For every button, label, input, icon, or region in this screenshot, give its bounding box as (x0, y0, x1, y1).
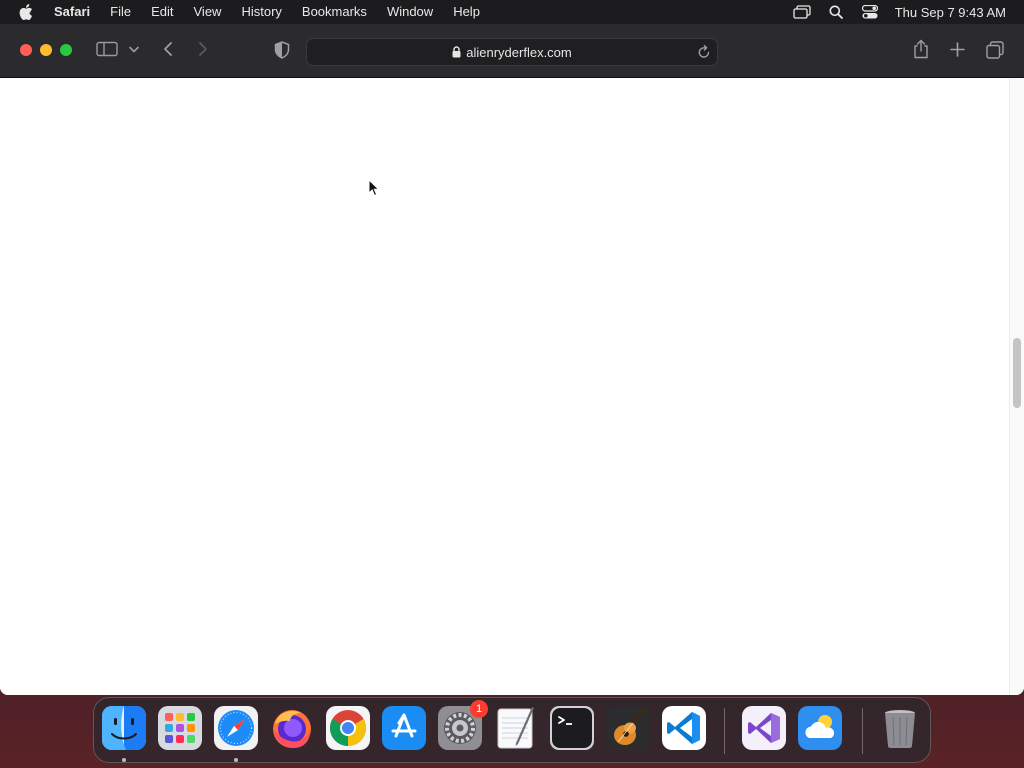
safari-toolbar: alienryderflex.com (0, 24, 1024, 78)
menu-bookmarks[interactable]: Bookmarks (292, 0, 377, 24)
minimize-window-button[interactable] (40, 44, 52, 56)
menu-window[interactable]: Window (377, 0, 443, 24)
menu-history[interactable]: History (231, 0, 291, 24)
weather-icon[interactable] (798, 706, 842, 750)
app-store-icon[interactable] (382, 706, 426, 750)
address-bar[interactable]: alienryderflex.com (306, 38, 718, 66)
finder-icon[interactable] (102, 706, 146, 750)
finder-running-indicator (122, 758, 126, 762)
trash-icon[interactable] (878, 706, 922, 750)
control-center-icon[interactable] (853, 5, 887, 19)
safari-window: alienryderflex.com (0, 24, 1024, 695)
address-bar-url: alienryderflex.com (466, 44, 572, 60)
dock-separator (862, 708, 863, 754)
scrollbar-thumb[interactable] (1013, 338, 1021, 408)
apple-menu-icon[interactable] (0, 4, 52, 20)
launchpad-icon[interactable] (158, 706, 202, 750)
menu-bar-clock[interactable]: Thu Sep 7 9:43 AM (895, 5, 1006, 20)
menu-edit[interactable]: Edit (141, 0, 183, 24)
system-settings-icon[interactable]: 1 (438, 700, 488, 750)
lock-icon (452, 46, 461, 58)
reload-icon[interactable] (697, 44, 711, 60)
notification-badge: 1 (470, 700, 488, 718)
spotlight-search-icon[interactable] (819, 5, 853, 19)
safari-running-indicator (234, 758, 238, 762)
chevron-down-icon[interactable] (129, 46, 139, 53)
menu-file[interactable]: File (100, 0, 141, 24)
menu-bar: Safari File Edit View History Bookmarks … (0, 0, 1024, 24)
back-button-icon[interactable] (161, 41, 175, 57)
sidebar-toggle-icon[interactable] (96, 41, 118, 57)
screen-mirroring-icon[interactable] (785, 5, 819, 19)
vscode-icon[interactable] (662, 706, 706, 750)
new-tab-icon[interactable] (950, 42, 965, 57)
visual-studio-icon[interactable] (742, 706, 786, 750)
menu-help[interactable]: Help (443, 0, 490, 24)
menu-view[interactable]: View (184, 0, 232, 24)
share-icon[interactable] (912, 39, 930, 59)
tab-overview-icon[interactable] (986, 41, 1004, 59)
mouse-cursor-icon (368, 178, 380, 202)
terminal-icon[interactable] (550, 706, 594, 750)
menu-app-name[interactable]: Safari (52, 0, 100, 24)
garageband-icon[interactable] (606, 706, 650, 750)
safari-icon[interactable] (214, 706, 258, 750)
forward-button-icon[interactable] (196, 41, 210, 57)
vertical-scrollbar[interactable] (1009, 78, 1024, 695)
close-window-button[interactable] (20, 44, 32, 56)
chrome-icon[interactable] (326, 706, 370, 750)
web-page-content[interactable] (0, 78, 1024, 695)
dock-separator (724, 708, 725, 754)
privacy-shield-icon[interactable] (274, 41, 290, 59)
zoom-window-button[interactable] (60, 44, 72, 56)
textedit-icon[interactable] (494, 706, 538, 750)
firefox-icon[interactable] (270, 706, 314, 750)
dock: 1 (93, 697, 931, 763)
